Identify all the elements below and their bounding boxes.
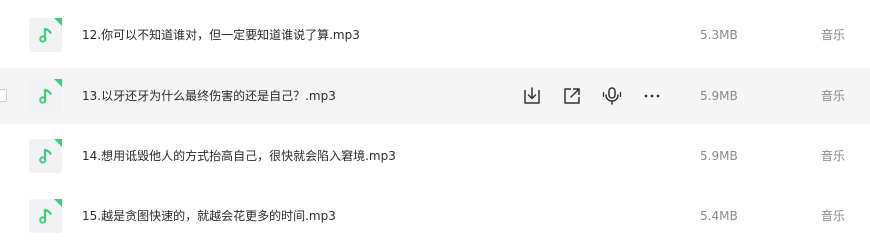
file-row[interactable]: 13.以牙还牙为什么最终伤害的还是自己？.mp3 5.9MB 音乐 [0,68,870,124]
music-file-icon [29,79,62,113]
row-checkbox[interactable] [0,89,7,102]
music-file-icon [29,139,62,173]
file-size: 5.4MB [700,209,738,223]
file-size: 5.9MB [700,89,738,103]
file-name[interactable]: 14.想用诋毁他人的方式抬高自己，很快就会陷入窘境.mp3 [82,128,396,184]
file-row[interactable]: 15.越是贪图快速的，就越会花更多的时间.mp3 5.4MB 音乐 [0,188,870,244]
file-name[interactable]: 12.你可以不知道谁对，但一定要知道谁说了算.mp3 [82,7,360,63]
more-icon[interactable] [640,84,664,108]
file-type: 音乐 [821,149,846,163]
file-row[interactable]: 12.你可以不知道谁对，但一定要知道谁说了算.mp3 5.3MB 音乐 [0,7,870,63]
music-file-icon [29,18,62,52]
voice-icon[interactable] [600,84,624,108]
file-size: 5.3MB [700,28,738,42]
share-icon[interactable] [560,84,584,108]
file-name[interactable]: 13.以牙还牙为什么最终伤害的还是自己？.mp3 [82,68,336,124]
music-note-icon [39,208,52,224]
file-type: 音乐 [821,89,846,103]
file-row[interactable]: 14.想用诋毁他人的方式抬高自己，很快就会陷入窘境.mp3 5.9MB 音乐 [0,128,870,184]
music-note-icon [39,27,52,43]
music-note-icon [39,88,52,104]
music-file-icon [29,199,62,233]
file-name[interactable]: 15.越是贪图快速的，就越会花更多的时间.mp3 [82,188,336,244]
file-list: 12.你可以不知道谁对，但一定要知道谁说了算.mp3 5.3MB 音乐 13.以… [0,0,870,247]
file-size: 5.9MB [700,149,738,163]
music-note-icon [39,148,52,164]
file-type: 音乐 [821,209,846,223]
download-icon[interactable] [520,84,544,108]
file-type: 音乐 [821,28,846,42]
